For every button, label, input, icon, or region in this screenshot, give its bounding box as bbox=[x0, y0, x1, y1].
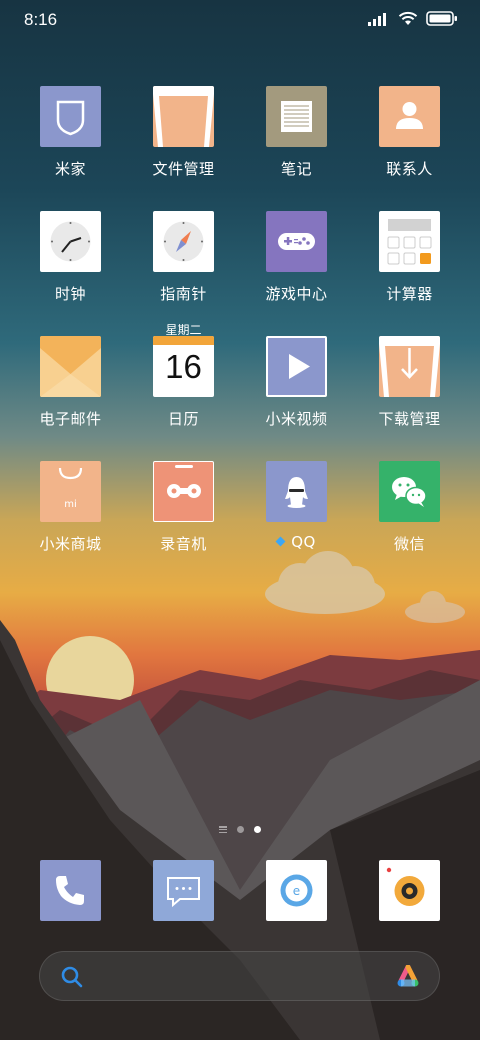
app-recorder[interactable]: 录音机 bbox=[127, 461, 240, 554]
app-label: 录音机 bbox=[160, 535, 207, 553]
phone-icon bbox=[40, 860, 101, 921]
status-bar: 8:16 bbox=[0, 0, 480, 42]
app-label: 联系人 bbox=[386, 160, 433, 178]
assistant-icon[interactable] bbox=[395, 965, 421, 989]
app-label: 小米视频 bbox=[265, 410, 328, 428]
app-email[interactable]: 电子邮件 bbox=[14, 336, 127, 429]
clock-icon bbox=[40, 211, 101, 272]
app-contacts[interactable]: 联系人 bbox=[353, 86, 466, 179]
search-input[interactable] bbox=[100, 964, 374, 990]
dock-music[interactable] bbox=[353, 860, 466, 921]
calendar-icon: 16 bbox=[153, 336, 214, 397]
recorder-icon bbox=[153, 461, 214, 522]
app-calendar[interactable]: 星期二 16 日历 bbox=[127, 323, 240, 429]
app-label: 电子邮件 bbox=[39, 410, 102, 428]
app-label: QQ bbox=[240, 533, 353, 551]
page-dot-2[interactable] bbox=[254, 826, 261, 833]
app-compass[interactable]: 指南针 bbox=[127, 211, 240, 304]
mi-store-icon: mi bbox=[40, 461, 101, 522]
messages-icon bbox=[153, 860, 214, 921]
qq-icon bbox=[266, 461, 327, 522]
app-calculator[interactable]: 计算器 bbox=[353, 211, 466, 304]
qq-label: QQ bbox=[291, 533, 316, 551]
search-icon bbox=[61, 966, 83, 988]
mijia-icon bbox=[40, 86, 101, 147]
app-mi-video[interactable]: 小米视频 bbox=[240, 336, 353, 429]
app-download-manager[interactable]: 下载管理 bbox=[353, 336, 466, 429]
app-label: 米家 bbox=[54, 160, 86, 178]
app-label: 文件管理 bbox=[152, 160, 215, 178]
dock-messages[interactable] bbox=[127, 860, 240, 921]
app-qq[interactable]: QQ bbox=[240, 461, 353, 551]
app-label: 小米商城 bbox=[39, 535, 102, 553]
dock-browser[interactable]: e bbox=[240, 860, 353, 921]
app-mi-store[interactable]: mi 小米商城 bbox=[14, 461, 127, 554]
mi-store-logo: mi bbox=[64, 499, 77, 510]
app-label: 时钟 bbox=[54, 285, 86, 303]
gamepad-icon bbox=[266, 211, 327, 272]
page-list-indicator[interactable] bbox=[219, 826, 227, 833]
page-indicator bbox=[0, 826, 480, 833]
music-icon bbox=[379, 860, 440, 921]
compass-icon bbox=[153, 211, 214, 272]
video-icon bbox=[266, 336, 327, 397]
app-label: 微信 bbox=[393, 535, 425, 553]
app-file-manager[interactable]: 文件管理 bbox=[127, 86, 240, 179]
page-dot-1[interactable] bbox=[237, 826, 244, 833]
app-game-center[interactable]: 游戏中心 bbox=[240, 211, 353, 304]
wechat-icon bbox=[379, 461, 440, 522]
notes-icon bbox=[266, 86, 327, 147]
email-icon bbox=[40, 336, 101, 397]
new-badge-dot bbox=[275, 536, 286, 547]
app-mijia[interactable]: 米家 bbox=[14, 86, 127, 179]
app-label: 游戏中心 bbox=[265, 285, 328, 303]
calendar-day: 16 bbox=[165, 348, 202, 385]
app-label: 指南针 bbox=[160, 285, 207, 303]
contacts-icon bbox=[379, 86, 440, 147]
signal-icon bbox=[368, 12, 386, 26]
app-label: 下载管理 bbox=[378, 410, 441, 428]
browser-icon: e bbox=[266, 860, 327, 921]
app-label: 日历 bbox=[167, 410, 199, 428]
svg-text:e: e bbox=[293, 884, 300, 898]
app-wechat[interactable]: 微信 bbox=[353, 461, 466, 554]
status-time: 8:16 bbox=[24, 10, 58, 29]
file-manager-icon bbox=[153, 86, 214, 147]
app-label: 计算器 bbox=[386, 285, 433, 303]
battery-icon bbox=[426, 11, 457, 26]
app-label: 笔记 bbox=[280, 160, 312, 178]
dock-phone[interactable] bbox=[14, 860, 127, 921]
download-icon bbox=[379, 336, 440, 397]
app-notes[interactable]: 笔记 bbox=[240, 86, 353, 179]
calculator-icon bbox=[379, 211, 440, 272]
search-bar[interactable] bbox=[39, 951, 440, 1001]
app-clock[interactable]: 时钟 bbox=[14, 211, 127, 304]
wifi-icon bbox=[398, 11, 418, 25]
